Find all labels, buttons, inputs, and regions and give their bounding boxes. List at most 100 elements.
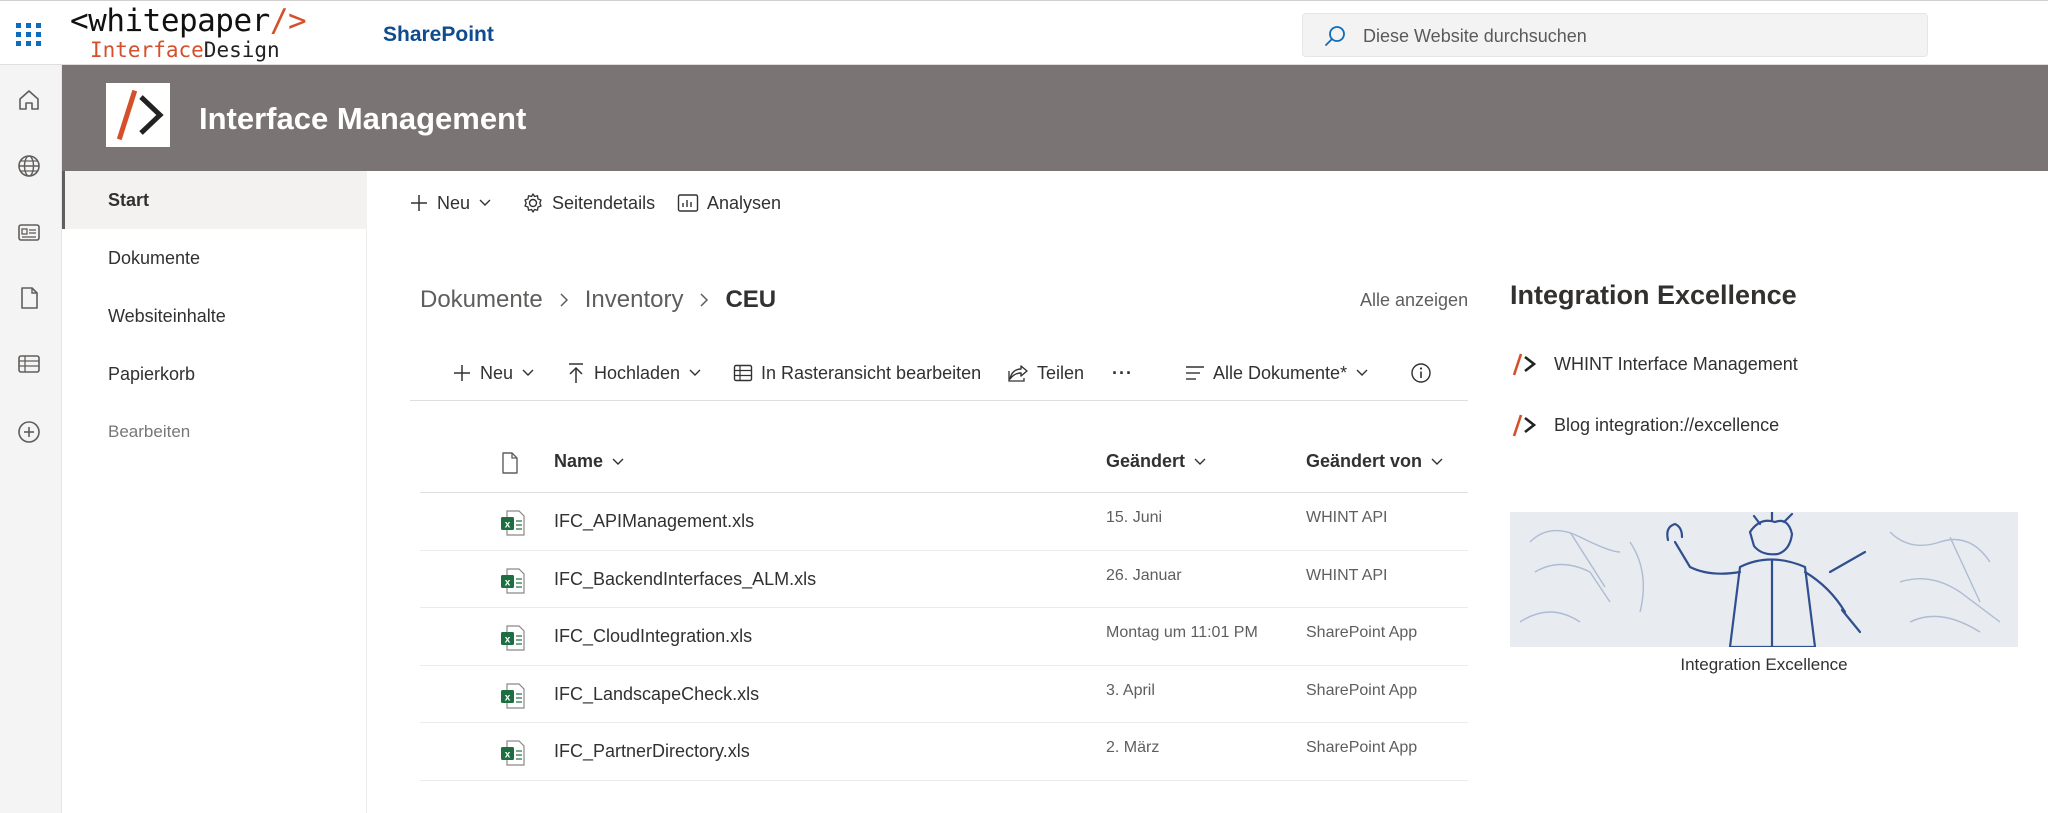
file-type-icon[interactable] bbox=[500, 451, 520, 475]
file-modified-by: SharePoint App bbox=[1306, 739, 1418, 757]
globe-icon[interactable] bbox=[14, 151, 44, 181]
chevron-down-icon bbox=[689, 369, 701, 376]
table-row[interactable]: x IFC_BackendInterfaces_ALM.xls 26. Janu… bbox=[420, 551, 1468, 609]
site-logo[interactable] bbox=[106, 83, 170, 147]
nav-item-documents[interactable]: Dokumente bbox=[62, 229, 367, 287]
column-header-modified-by[interactable]: Geändert von bbox=[1306, 451, 1444, 472]
more-options-button[interactable]: ··· bbox=[1112, 359, 1133, 387]
page-command-bar: Neu Seitendetails Analysen bbox=[367, 171, 2048, 235]
show-all-link[interactable]: Alle anzeigen bbox=[1360, 290, 1468, 311]
quicklink-label: Blog integration://excellence bbox=[1554, 414, 1780, 435]
search-box[interactable] bbox=[1302, 13, 1928, 57]
chevron-right-icon bbox=[697, 291, 711, 309]
logo-text-accent: /> bbox=[269, 3, 307, 39]
plus-icon bbox=[454, 365, 470, 381]
column-header-modified[interactable]: Geändert bbox=[1106, 451, 1207, 472]
file-modified: 15. Juni bbox=[1106, 509, 1163, 526]
breadcrumb: Dokumente Inventory CEU bbox=[420, 283, 776, 317]
table-row[interactable]: x IFC_LandscapeCheck.xls 3. April ShareP… bbox=[420, 666, 1468, 724]
analytics-icon bbox=[677, 194, 699, 212]
file-modified-by: WHINT API bbox=[1306, 566, 1388, 584]
file-modified: Montag um 11:01 PM bbox=[1106, 624, 1258, 642]
excel-file-icon: x bbox=[501, 625, 525, 651]
column-header-modified-by-label: Geändert von bbox=[1306, 451, 1423, 471]
site-navigation: Start Dokumente Websiteinhalte Papierkor… bbox=[62, 171, 367, 813]
excel-file-icon: x bbox=[501, 510, 525, 536]
library-new-button[interactable]: Neu bbox=[452, 359, 535, 387]
search-icon bbox=[1325, 26, 1345, 46]
company-logo[interactable]: <whitepaper/> InterfaceDesign bbox=[70, 4, 350, 64]
file-name-link[interactable]: IFC_BackendInterfaces_ALM.xls bbox=[554, 569, 816, 590]
svg-text:x: x bbox=[505, 635, 511, 646]
table-row[interactable]: x IFC_APIManagement.xls 15. Juni WHINT A… bbox=[420, 493, 1468, 551]
quicklink-whint-interface-management[interactable]: WHINT Interface Management bbox=[1510, 349, 1798, 379]
grid-view-edit-label: In Rasteransicht bearbeiten bbox=[761, 362, 982, 383]
new-button-label: Neu bbox=[437, 192, 471, 213]
upload-label: Hochladen bbox=[594, 362, 681, 383]
file-modified: 3. April bbox=[1106, 681, 1155, 699]
logo-subtext-accent: Interface bbox=[90, 38, 204, 62]
document-list: Name Geändert Geändert von x IFC_APIMana… bbox=[420, 433, 1468, 781]
column-header-name-label: Name bbox=[554, 451, 604, 471]
home-icon[interactable] bbox=[14, 85, 44, 115]
upload-button[interactable]: Hochladen bbox=[566, 359, 702, 387]
info-button[interactable] bbox=[1410, 359, 1440, 387]
file-modified-by: SharePoint App bbox=[1306, 624, 1418, 642]
breadcrumb-item-documents[interactable]: Dokumente bbox=[420, 286, 543, 314]
lists-icon[interactable] bbox=[14, 349, 44, 379]
file-name-link[interactable]: IFC_CloudIntegration.xls bbox=[554, 626, 752, 647]
page-details-button[interactable]: Seitendetails bbox=[522, 189, 655, 217]
whitepaper-logo-icon bbox=[1512, 353, 1537, 376]
file-modified: 26. Januar bbox=[1106, 566, 1182, 584]
grid-icon bbox=[733, 364, 753, 382]
file-name-link[interactable]: IFC_LandscapeCheck.xls bbox=[554, 684, 759, 705]
breadcrumb-item-current: CEU bbox=[725, 286, 777, 313]
create-icon[interactable] bbox=[14, 417, 44, 447]
nav-item-start[interactable]: Start bbox=[62, 171, 367, 229]
table-row[interactable]: x IFC_CloudIntegration.xls Montag um 11:… bbox=[420, 608, 1468, 666]
upload-icon bbox=[569, 363, 583, 383]
table-header: Name Geändert Geändert von bbox=[420, 433, 1468, 493]
new-button[interactable]: Neu bbox=[409, 189, 500, 217]
nav-edit-link[interactable]: Bearbeiten bbox=[62, 403, 367, 461]
svg-text:x: x bbox=[505, 520, 511, 531]
grid-view-edit-button[interactable]: In Rasteransicht bearbeiten bbox=[733, 359, 981, 387]
analytics-button[interactable]: Analysen bbox=[677, 189, 781, 217]
quicklink-blog[interactable]: Blog integration://excellence bbox=[1510, 410, 1779, 440]
file-modified: 2. März bbox=[1106, 739, 1160, 757]
image-caption: Integration Excellence bbox=[1680, 655, 1848, 674]
suite-bar: <whitepaper/> InterfaceDesign SharePoint bbox=[0, 0, 2048, 65]
app-launcher-icon[interactable] bbox=[14, 19, 44, 49]
news-icon[interactable] bbox=[14, 217, 44, 247]
whitepaper-logo-icon bbox=[1512, 414, 1537, 437]
nav-item-recycle-bin[interactable]: Papierkorb bbox=[62, 345, 367, 403]
share-button[interactable]: Teilen bbox=[1007, 359, 1084, 387]
file-name-link[interactable]: IFC_PartnerDirectory.xls bbox=[554, 741, 750, 762]
chevron-down-icon bbox=[1431, 458, 1443, 465]
share-icon bbox=[1008, 365, 1028, 382]
logo-subtext: Design bbox=[203, 38, 280, 62]
logo-text-main: <whitepaper bbox=[70, 3, 270, 39]
chevron-down-icon bbox=[1356, 369, 1368, 376]
library-new-label: Neu bbox=[480, 362, 514, 383]
column-header-name[interactable]: Name bbox=[554, 451, 625, 472]
view-selector[interactable]: Alle Dokumente* bbox=[1185, 359, 1369, 387]
file-modified-by: SharePoint App bbox=[1306, 681, 1418, 699]
quicklink-label: WHINT Interface Management bbox=[1554, 353, 1798, 374]
site-title[interactable]: Interface Management bbox=[199, 101, 526, 137]
table-row[interactable]: x IFC_PartnerDirectory.xls 2. März Share… bbox=[420, 723, 1468, 781]
svg-text:x: x bbox=[505, 577, 511, 588]
breadcrumb-item-inventory[interactable]: Inventory bbox=[585, 286, 684, 314]
search-input[interactable] bbox=[1363, 22, 1903, 50]
conductor-illustration[interactable] bbox=[1510, 512, 2018, 647]
site-logo-icon bbox=[116, 89, 164, 141]
file-name-link[interactable]: IFC_APIManagement.xls bbox=[554, 511, 754, 532]
nav-item-site-contents[interactable]: Websiteinhalte bbox=[62, 287, 367, 345]
chevron-down-icon bbox=[1194, 458, 1206, 465]
library-toolbar: Neu Hochladen In Rasteransicht bearbeite… bbox=[410, 349, 1468, 401]
excel-file-icon: x bbox=[501, 683, 525, 709]
files-icon[interactable] bbox=[14, 283, 44, 313]
app-name-link[interactable]: SharePoint bbox=[383, 23, 494, 47]
page-details-label: Seitendetails bbox=[552, 192, 656, 213]
file-modified-by: WHINT API bbox=[1306, 509, 1388, 526]
